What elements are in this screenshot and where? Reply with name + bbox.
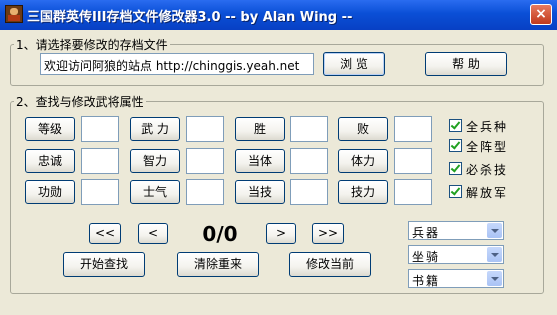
file-group-label: 1、请选择要修改的存档文件	[14, 36, 170, 53]
checkbox-special-skills-label: 必杀技	[466, 163, 509, 177]
last-record-button[interactable]: >>	[312, 223, 344, 244]
checkbox-liberation-box[interactable]	[449, 185, 462, 198]
chevron-down-icon[interactable]	[487, 271, 502, 286]
title-bar: 三国群英传III存档文件修改器3.0 -- by Alan Wing -- ×	[0, 0, 557, 30]
window-title: 三国群英传III存档文件修改器3.0 -- by Alan Wing --	[27, 10, 353, 25]
modify-current-button[interactable]: 修改当前	[289, 252, 371, 277]
book-select[interactable]: 书籍	[408, 269, 504, 288]
mount-select-value: 坐骑	[412, 250, 441, 264]
attr-button-loyalty[interactable]: 忠诚	[25, 149, 75, 173]
attr-button-wins[interactable]: 胜	[235, 117, 285, 141]
attr-button-force[interactable]: 武 力	[130, 117, 180, 141]
start-search-button[interactable]: 开始查找	[63, 252, 145, 277]
app-icon	[5, 5, 23, 23]
attr-button-morale[interactable]: 士气	[130, 180, 180, 204]
clear-reset-button[interactable]: 清除重来	[177, 252, 259, 277]
prev-record-button[interactable]: <	[138, 223, 168, 244]
chevron-down-icon[interactable]	[487, 223, 502, 238]
checkbox-all-formations-label: 全阵型	[466, 140, 509, 154]
chevron-down-icon[interactable]	[487, 247, 502, 262]
attr-field-current-skill[interactable]	[290, 179, 328, 205]
attr-field-loyalty[interactable]	[81, 148, 119, 174]
attr-button-intellect[interactable]: 智力	[130, 149, 180, 173]
attr-button-current-hp[interactable]: 当体	[235, 149, 285, 173]
checkbox-all-troops-label: 全兵种	[466, 120, 509, 134]
first-record-button[interactable]: <<	[89, 223, 121, 244]
attr-field-current-hp[interactable]	[290, 148, 328, 174]
attr-field-force[interactable]	[186, 116, 224, 142]
attr-field-losses[interactable]	[394, 116, 432, 142]
attr-field-merit[interactable]	[81, 179, 119, 205]
next-record-button[interactable]: >	[266, 223, 296, 244]
file-path-input[interactable]: 欢迎访问阿狼的站点 http://chinggis.yeah.net	[40, 53, 314, 75]
checkbox-special-skills-box[interactable]	[449, 162, 462, 175]
weapon-select-value: 兵器	[412, 226, 441, 240]
attr-button-losses[interactable]: 败	[338, 117, 388, 141]
book-select-value: 书籍	[412, 274, 441, 288]
checkbox-liberation-label: 解放军	[466, 186, 509, 200]
attr-field-wins[interactable]	[290, 116, 328, 142]
help-button[interactable]: 帮 助	[425, 52, 507, 76]
attr-button-max-hp[interactable]: 体力	[338, 149, 388, 173]
browse-button[interactable]: 浏 览	[323, 52, 385, 76]
weapon-select[interactable]: 兵器	[408, 221, 504, 240]
attr-button-max-skill[interactable]: 技力	[338, 180, 388, 204]
attr-field-intellect[interactable]	[186, 148, 224, 174]
attr-button-merit[interactable]: 功勋	[25, 180, 75, 204]
checkbox-all-troops-box[interactable]	[449, 119, 462, 132]
mount-select[interactable]: 坐骑	[408, 245, 504, 264]
checkbox-all-formations-box[interactable]	[449, 139, 462, 152]
attr-button-current-skill[interactable]: 当技	[235, 180, 285, 204]
attr-field-max-skill[interactable]	[394, 179, 432, 205]
record-counter: 0/0	[202, 222, 238, 246]
attribute-group-label: 2、查找与修改武将属性	[14, 93, 146, 110]
attr-field-level[interactable]	[81, 116, 119, 142]
file-path-text: 欢迎访问阿狼的站点 http://chinggis.yeah.net	[44, 59, 300, 73]
close-button[interactable]: ×	[530, 4, 552, 25]
attr-field-max-hp[interactable]	[394, 148, 432, 174]
attr-button-level[interactable]: 等级	[25, 117, 75, 141]
attr-field-morale[interactable]	[186, 179, 224, 205]
